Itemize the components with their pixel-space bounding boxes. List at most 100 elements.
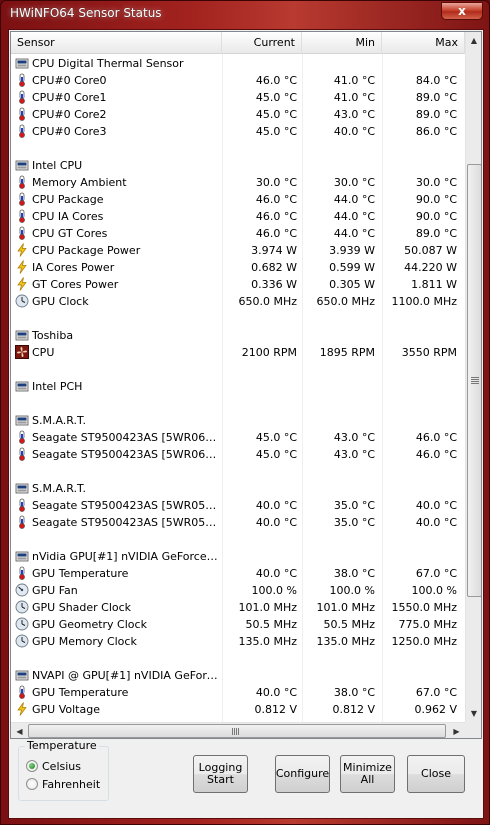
list-header: Sensor Current Min Max <box>11 32 465 54</box>
sensor-label: CPU Package <box>32 193 104 206</box>
sensor-list[interactable]: Sensor Current Min Max CPU Digital Therm… <box>10 31 482 739</box>
sensor-row[interactable]: Seagate ST9500423AS [5WR05MJ1] 40.0 °C 35.… <box>11 497 465 514</box>
radio-unselected-icon <box>26 778 38 790</box>
min-value: 43.0 °C <box>333 431 375 444</box>
minimize-all-button[interactable]: Minimize All <box>340 755 395 793</box>
thermometer-icon <box>15 107 29 121</box>
celsius-radio[interactable]: Celsius <box>26 760 81 774</box>
sensor-label: CPU#0 Core1 <box>32 91 107 104</box>
max-value: 40.0 °C <box>415 516 457 529</box>
thermometer-icon <box>15 175 29 189</box>
current-value: 100.0 % <box>251 584 297 597</box>
current-value: 2100 RPM <box>241 346 297 359</box>
sensor-row[interactable]: GPU Temperature 40.0 °C 38.0 °C 67.0 °C <box>11 684 465 701</box>
close-button[interactable]: Close <box>407 755 465 793</box>
sensor-row[interactable]: Seagate ST9500423AS [5WR060QG... 45.0 °C 4… <box>11 446 465 463</box>
sensor-name-cell: GPU Clock <box>15 293 221 310</box>
current-value: 45.0 °C <box>255 108 297 121</box>
current-value: 46.0 °C <box>255 227 297 240</box>
sensor-name-cell: CPU <box>15 344 221 361</box>
sensor-row[interactable]: GT Cores Power 0.336 W 0.305 W 1.811 W <box>11 276 465 293</box>
sensor-label: CPU IA Cores <box>32 210 104 223</box>
logging-start-button[interactable]: Logging Start <box>193 755 248 793</box>
sensor-label: GPU Temperature <box>32 686 129 699</box>
sensor-label: S.M.A.R.T. <box>32 414 86 427</box>
current-value: 50.5 MHz <box>245 618 297 631</box>
window-close-button[interactable]: x <box>441 2 483 20</box>
title-bar[interactable]: HWiNFO64 Sensor Status x <box>1 1 489 25</box>
sensor-row[interactable]: Memory Ambient 30.0 °C 30.0 °C 30.0 °C <box>11 174 465 191</box>
sensor-row[interactable]: GPU Voltage 0.812 V 0.812 V 0.962 V <box>11 701 465 718</box>
scroll-up-arrow-icon[interactable]: ▲ <box>466 32 481 49</box>
column-header-current[interactable]: Current <box>222 32 302 54</box>
sensor-name-cell: CPU IA Cores <box>15 208 221 225</box>
sensor-row[interactable]: CPU#0 Core2 45.0 °C 43.0 °C 89.0 °C <box>11 106 465 123</box>
column-header-sensor[interactable]: Sensor <box>11 32 222 54</box>
chip-icon <box>15 56 29 70</box>
sensor-group-row[interactable]: nVidia GPU[#1] nVIDIA GeForce GT... <box>11 548 465 565</box>
sensor-row[interactable]: GPU Fan 100.0 % 100.0 % 100.0 % <box>11 582 465 599</box>
sensor-group-row[interactable]: S.M.A.R.T. <box>11 480 465 497</box>
sensor-status-window: HWiNFO64 Sensor Status x Sensor Current … <box>0 0 490 825</box>
fahrenheit-radio[interactable]: Fahrenheit <box>26 778 100 792</box>
sensor-group-row[interactable]: Intel CPU <box>11 157 465 174</box>
sensor-name-cell: CPU#0 Core0 <box>15 72 221 89</box>
thermometer-icon <box>15 685 29 699</box>
current-value: 46.0 °C <box>255 193 297 206</box>
sensor-row[interactable]: CPU Package Power 3.974 W 3.939 W 50.087 W <box>11 242 465 259</box>
horizontal-scrollbar[interactable]: ◀ ▶ <box>11 722 465 738</box>
sensor-group-row[interactable]: NVAPI @ GPU[#1] nVIDIA GeForce ... <box>11 667 465 684</box>
sensor-row[interactable]: CPU Package 46.0 °C 44.0 °C 90.0 °C <box>11 191 465 208</box>
sensor-row[interactable]: GPU Memory Clock 135.0 MHz 135.0 MHz 1250.0… <box>11 633 465 650</box>
sensor-row[interactable]: CPU GT Cores 46.0 °C 44.0 °C 89.0 °C <box>11 225 465 242</box>
sensor-row[interactable]: GPU Shader Clock 101.0 MHz 101.0 MHz 1550.0… <box>11 599 465 616</box>
sensor-row[interactable]: IA Cores Power 0.682 W 0.599 W 44.220 W <box>11 259 465 276</box>
vertical-scroll-thumb[interactable] <box>467 164 481 597</box>
sensor-row[interactable]: CPU IA Cores 46.0 °C 44.0 °C 90.0 °C <box>11 208 465 225</box>
current-value: 0.336 W <box>251 278 297 291</box>
sensor-row[interactable]: GPU Geometry Clock 50.5 MHz 50.5 MHz 775.0 … <box>11 616 465 633</box>
blank-row <box>11 395 465 412</box>
column-header-max[interactable]: Max <box>382 32 465 54</box>
grip-icon <box>471 377 479 384</box>
temperature-legend: Temperature <box>25 739 99 752</box>
sensor-row[interactable]: Seagate ST9500423AS [5WR05MJ1... 40.0 °C 3… <box>11 514 465 531</box>
max-value: 30.0 °C <box>415 176 457 189</box>
current-value: 46.0 °C <box>255 74 297 87</box>
vertical-scrollbar[interactable]: ▲ ▼ <box>465 32 481 722</box>
sensor-label: IA Cores Power <box>32 261 115 274</box>
sensor-row[interactable]: GPU Temperature 40.0 °C 38.0 °C 67.0 °C <box>11 565 465 582</box>
sensor-rows: CPU Digital Thermal Sensor CPU#0 Core0 46.… <box>11 55 465 718</box>
sensor-group-row[interactable]: Toshiba <box>11 327 465 344</box>
sensor-label: GPU Voltage <box>32 703 100 716</box>
scroll-right-arrow-icon[interactable]: ▶ <box>448 723 465 738</box>
sensor-label: Seagate ST9500423AS [5WR05MJ1] <box>32 499 221 512</box>
thermometer-icon <box>15 447 29 461</box>
column-header-min[interactable]: Min <box>302 32 382 54</box>
max-value: 89.0 °C <box>415 91 457 104</box>
current-value: 30.0 °C <box>255 176 297 189</box>
sensor-group-row[interactable]: Intel PCH <box>11 378 465 395</box>
min-value: 0.599 W <box>329 261 375 274</box>
sensor-group-row[interactable]: S.M.A.R.T. <box>11 412 465 429</box>
min-value: 30.0 °C <box>333 176 375 189</box>
sensor-label: Toshiba <box>32 329 74 342</box>
sensor-name-cell: Seagate ST9500423AS [5WR060QG... <box>15 446 221 463</box>
sensor-row[interactable]: CPU#0 Core1 45.0 °C 41.0 °C 89.0 °C <box>11 89 465 106</box>
thermometer-icon <box>15 192 29 206</box>
current-value: 45.0 °C <box>255 431 297 444</box>
sensor-name-cell: Intel PCH <box>15 378 221 395</box>
sensor-row[interactable]: GPU Clock 650.0 MHz 650.0 MHz 1100.0 MHz <box>11 293 465 310</box>
sensor-row[interactable]: CPU 2100 RPM 1895 RPM 3550 RPM <box>11 344 465 361</box>
sensor-name-cell: GPU Fan <box>15 582 221 599</box>
sensor-row[interactable]: Seagate ST9500423AS [5WR060QG] 45.0 °C 43.… <box>11 429 465 446</box>
sensor-group-row[interactable]: CPU Digital Thermal Sensor <box>11 55 465 72</box>
sensor-row[interactable]: CPU#0 Core3 45.0 °C 40.0 °C 86.0 °C <box>11 123 465 140</box>
configure-button[interactable]: Configure <box>275 755 330 793</box>
thermometer-icon <box>15 566 29 580</box>
sensor-row[interactable]: CPU#0 Core0 46.0 °C 41.0 °C 84.0 °C <box>11 72 465 89</box>
scroll-down-arrow-icon[interactable]: ▼ <box>466 705 481 722</box>
min-value: 3.939 W <box>329 244 375 257</box>
horizontal-scroll-thumb[interactable] <box>28 724 446 738</box>
scroll-left-arrow-icon[interactable]: ◀ <box>11 723 28 738</box>
